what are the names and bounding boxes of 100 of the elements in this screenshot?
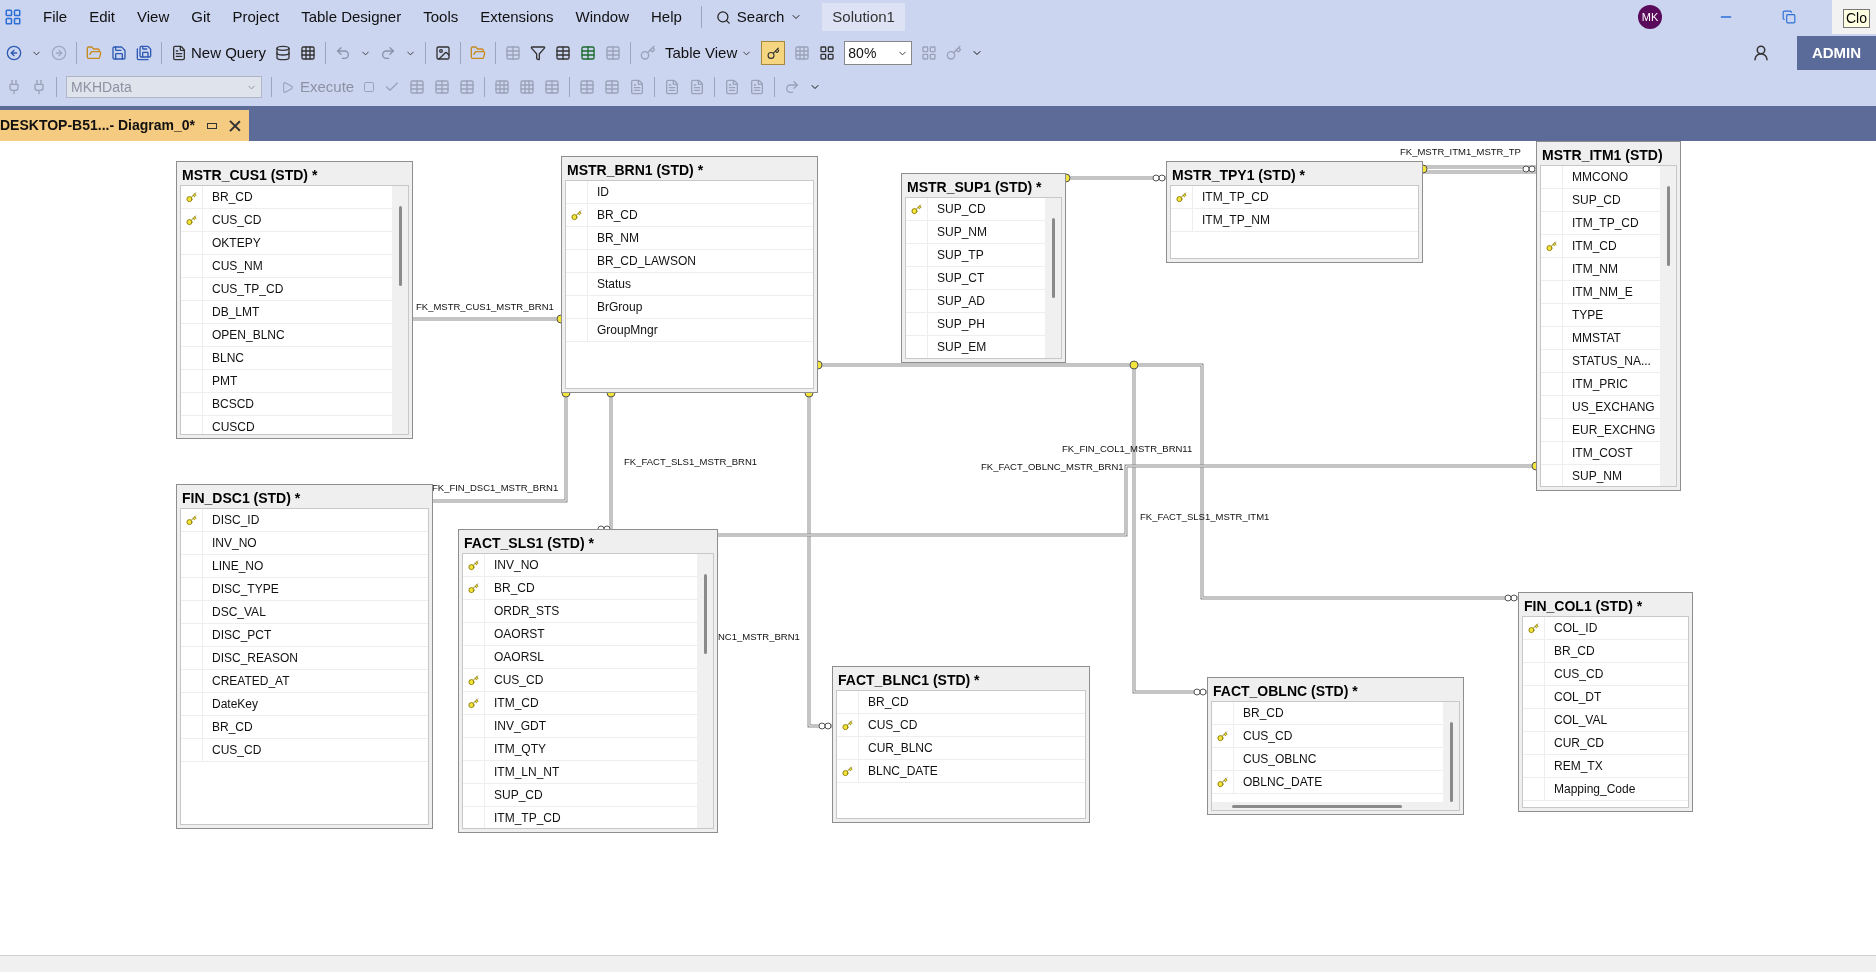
menu-item[interactable]: Tools bbox=[412, 5, 470, 29]
column-name: INV_NO bbox=[493, 557, 539, 574]
key-icon bbox=[468, 697, 479, 709]
pin-icon[interactable] bbox=[207, 122, 218, 129]
column-name: OBLNC_DATE bbox=[1242, 774, 1323, 791]
column-name: INV_GDT bbox=[493, 718, 546, 735]
column-name: DISC_TYPE bbox=[211, 581, 279, 598]
plan-icon[interactable] bbox=[409, 79, 426, 95]
table-title: FACT_OBLNC (STD) * bbox=[1212, 682, 1359, 701]
close-icon[interactable] bbox=[229, 119, 242, 132]
column-name: OAORST bbox=[493, 626, 545, 643]
table-icon[interactable] bbox=[579, 79, 596, 95]
grid-icon[interactable] bbox=[494, 79, 511, 95]
search-button[interactable]: Search bbox=[709, 5, 809, 29]
table-icon[interactable] bbox=[505, 45, 522, 61]
delete-table-icon[interactable] bbox=[605, 45, 622, 61]
table-card[interactable]: MSTR_ITM1 (STD) MMCONO SUP_CD ITM_TP_CD ITM_CD ITM_NM ITM_NM_E TYPE MMSTAT STATUS_NA... ITM_PRIC US_EXCHANG EUR_EXCHNG ITM_COST SUP_NM bbox=[1536, 141, 1681, 491]
key-icon bbox=[468, 674, 479, 686]
menu-item[interactable]: View bbox=[126, 5, 181, 29]
table-card[interactable]: MSTR_BRN1 (STD) * ID BR_CD BR_NM BR_CD_LAWSON Status BrGroup GroupMngr bbox=[561, 156, 818, 393]
uncomment-icon[interactable] bbox=[689, 79, 706, 95]
scrollbar[interactable] bbox=[697, 554, 713, 828]
stop-icon[interactable] bbox=[363, 81, 376, 93]
menu-item[interactable]: File bbox=[32, 5, 79, 29]
menu-item[interactable]: Table Designer bbox=[290, 5, 413, 29]
column-name: BLNC_DATE bbox=[867, 763, 938, 780]
plug-icon[interactable] bbox=[6, 79, 22, 95]
table-icon[interactable] bbox=[604, 79, 621, 95]
back-icon[interactable] bbox=[6, 45, 22, 61]
save-icon[interactable] bbox=[111, 45, 127, 61]
menu-item[interactable]: Help bbox=[639, 5, 693, 29]
save-all-icon[interactable] bbox=[136, 45, 152, 61]
table-card[interactable]: MSTR_TPY1 (STD) * ITM_TP_CD ITM_TP_NM bbox=[1166, 161, 1423, 263]
table-title: MSTR_ITM1 (STD) bbox=[1541, 146, 1664, 165]
scrollbar[interactable] bbox=[1660, 166, 1676, 486]
column-name: CUR_BLNC bbox=[867, 740, 933, 757]
column-name: CUS_CD bbox=[493, 672, 544, 689]
zoom-select[interactable]: 80% bbox=[844, 41, 913, 65]
folder-icon[interactable] bbox=[86, 45, 102, 61]
table-title: MSTR_BRN1 (STD) * bbox=[566, 161, 705, 180]
indent-icon[interactable] bbox=[749, 79, 766, 95]
new-table-icon[interactable] bbox=[555, 45, 572, 61]
column-name: CREATED_AT bbox=[211, 673, 290, 690]
restore-icon[interactable] bbox=[1782, 10, 1796, 24]
arrange-icon[interactable] bbox=[921, 45, 938, 61]
grid-icon[interactable] bbox=[794, 45, 811, 61]
new-query-button[interactable]: New Query bbox=[171, 41, 267, 65]
database-icon[interactable] bbox=[275, 45, 292, 61]
menu-item[interactable]: Extensions bbox=[469, 5, 565, 29]
grid-icon[interactable] bbox=[519, 79, 536, 95]
key-icon[interactable] bbox=[640, 45, 657, 61]
scrollbar[interactable] bbox=[1443, 702, 1459, 802]
table-view-button[interactable]: Table View bbox=[665, 41, 753, 65]
user-avatar[interactable]: MK bbox=[1638, 5, 1662, 29]
filter-icon[interactable] bbox=[530, 45, 547, 61]
name-label-toggle[interactable] bbox=[761, 41, 786, 65]
key-icon bbox=[1528, 622, 1539, 634]
feedback-icon[interactable] bbox=[1752, 44, 1770, 62]
column-name: SUP_TP bbox=[936, 247, 984, 264]
account-button[interactable]: ADMIN bbox=[1797, 36, 1876, 70]
disconnect-icon[interactable] bbox=[31, 79, 47, 95]
layout-icon[interactable] bbox=[819, 45, 836, 61]
table-card[interactable]: FACT_SLS1 (STD) * INV_NO BR_CD ORDR_STS OAORST OAORSL CUS_CD ITM_CD INV_GDT ITM_QTY ITM_LN_NT SUP_CD ITM_TP_CD bbox=[458, 529, 718, 833]
key-icon bbox=[468, 559, 479, 571]
table-icon[interactable] bbox=[544, 79, 561, 95]
table-card[interactable]: MSTR_SUP1 (STD) * SUP_CD SUP_NM SUP_TP SUP_CT SUP_AD SUP_PH SUP_EM bbox=[901, 173, 1066, 363]
column-name: ITM_QTY bbox=[493, 741, 546, 758]
redo-icon[interactable] bbox=[380, 45, 397, 61]
column-name: BR_CD bbox=[1242, 705, 1284, 722]
column-name: BR_CD bbox=[211, 189, 253, 206]
add-table-icon[interactable] bbox=[580, 45, 597, 61]
column-name: DISC_REASON bbox=[211, 650, 299, 667]
table-card[interactable]: FIN_COL1 (STD) * COL_ID BR_CD CUS_CD COL_DT COL_VAL CUR_CD REM_TX Mapping_Code bbox=[1518, 592, 1693, 812]
key-icon[interactable] bbox=[946, 45, 963, 61]
column-name: CUS_CD bbox=[867, 717, 918, 734]
key-icon bbox=[1217, 776, 1228, 788]
menu-item[interactable]: Project bbox=[221, 5, 291, 29]
horizontal-scrollbar[interactable] bbox=[1212, 802, 1459, 810]
comment-icon[interactable] bbox=[664, 79, 681, 95]
column-name: Status bbox=[596, 276, 632, 293]
scrollbar[interactable] bbox=[1045, 198, 1061, 358]
key-icon bbox=[1217, 730, 1228, 742]
forward-icon[interactable] bbox=[51, 45, 67, 61]
column-name: OAORSL bbox=[493, 649, 544, 666]
table-card[interactable]: FACT_OBLNC (STD) * BR_CD CUS_CD CUS_OBLNC OBLNC_DATE bbox=[1207, 677, 1464, 815]
app-logo-icon[interactable] bbox=[4, 8, 22, 26]
document-tab[interactable]: DESKTOP-B51...- Diagram_0* bbox=[0, 110, 250, 141]
undo-icon[interactable] bbox=[335, 45, 352, 61]
key-icon bbox=[186, 214, 197, 226]
column-name: ID bbox=[596, 184, 609, 201]
menu-item[interactable]: Window bbox=[564, 5, 640, 29]
scrollbar[interactable] bbox=[392, 186, 408, 434]
menu-item[interactable]: Git bbox=[180, 5, 222, 29]
table-card[interactable]: FIN_DSC1 (STD) * DISC_ID INV_NO LINE_NO DISC_TYPE DSC_VAL DISC_PCT DISC_REASON CREATED_AT DateKey BR_CD CUS_CD bbox=[176, 484, 433, 829]
results-icon[interactable] bbox=[434, 79, 451, 95]
menu-item[interactable]: Edit bbox=[78, 5, 127, 29]
table-card[interactable]: MSTR_CUS1 (STD) * BR_CD CUS_CD OKTEPY CUS_NM CUS_TP_CD DB_LMT OPEN_BLNC BLNC PMT BCSCD CUSCD bbox=[176, 161, 413, 439]
diagram-canvas[interactable] bbox=[0, 141, 1876, 955]
table-card[interactable]: FACT_BLNC1 (STD) * BR_CD CUS_CD CUR_BLNC BLNC_DATE bbox=[832, 666, 1090, 823]
outdent-icon[interactable] bbox=[724, 79, 741, 95]
